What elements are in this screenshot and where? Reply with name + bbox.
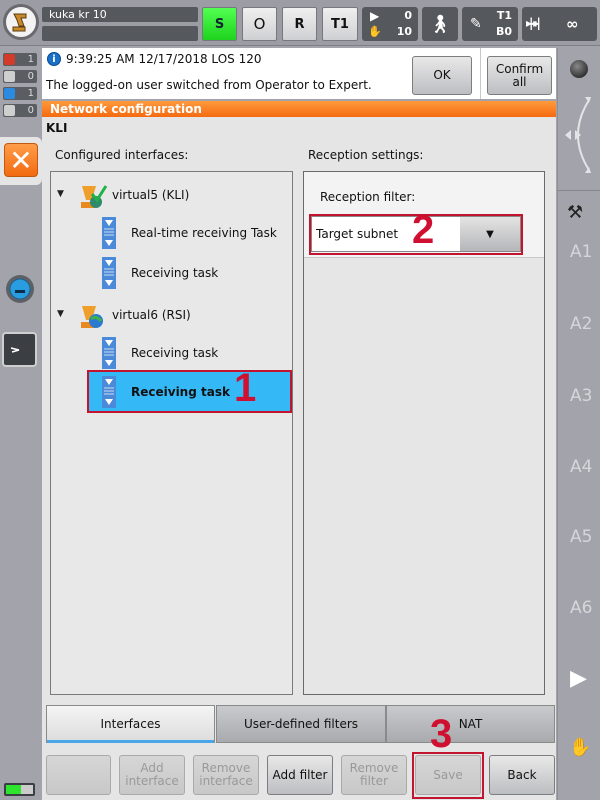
message-text: The logged-on user switched from Operato… [46, 78, 372, 92]
jog-override-value: 10 [396, 25, 412, 38]
submit-interpreter-status-button[interactable]: S [202, 7, 237, 41]
battery-fill [6, 785, 21, 794]
close-icon: ✕ [9, 143, 33, 177]
page-subtitle: KLI [46, 121, 68, 135]
receiving-task-icon [102, 217, 116, 249]
tree-item-task[interactable]: Real-time receiving Task [102, 213, 277, 253]
window-title: Network configuration [42, 101, 556, 117]
info-count: 1 [27, 88, 34, 99]
incremental-jog-button[interactable]: ▸|◂▸| ∞ [522, 7, 597, 41]
axis-key-a5[interactable]: A5 [570, 527, 592, 547]
error-icon [4, 54, 15, 65]
globe-icon[interactable] [570, 60, 588, 78]
remove-filter-button[interactable]: Remove filter [341, 755, 407, 795]
tab-user-defined-filters[interactable]: User-defined filters [216, 705, 386, 743]
collapse-arrow-icon[interactable]: ▼ [57, 309, 64, 319]
tree-item-label: Receiving task [131, 346, 219, 360]
increment-value: ∞ [566, 15, 579, 33]
tree-item-label: Receiving task [131, 266, 219, 280]
axis-coordinate-system-icon[interactable]: ⚒ [567, 202, 583, 223]
tree-item-interface[interactable]: virtual6 (RSI) [78, 295, 191, 335]
back-button[interactable]: Back [489, 755, 555, 795]
jog-tool-icon: ✎ [470, 16, 482, 32]
robot-interface-network-icon [78, 300, 108, 330]
play-icon: ▶ [370, 9, 380, 23]
annotation-box-3 [412, 752, 484, 799]
tab-interfaces[interactable]: Interfaces [46, 705, 215, 743]
error-message-counter[interactable]: 1 [3, 53, 37, 66]
ack-icon [4, 105, 15, 116]
divider [557, 190, 600, 191]
reception-filter-label: Reception filter: [320, 190, 416, 204]
close-window-button[interactable]: ✕ [4, 143, 38, 177]
axis-key-a2[interactable]: A2 [570, 314, 592, 334]
remove-interface-button[interactable]: Remove interface [193, 755, 259, 795]
info-icon [4, 88, 15, 99]
robot-name: kuka kr 10 [42, 7, 198, 22]
ack-message-counter[interactable]: 0 [3, 104, 37, 117]
tool-value: T1 [496, 9, 512, 22]
info-icon: i [47, 52, 61, 66]
tree-item-task[interactable]: Receiving task [102, 333, 218, 373]
warning-count: 0 [27, 71, 34, 82]
receiving-task-icon [102, 257, 116, 289]
warning-message-counter[interactable]: 0 [3, 70, 37, 83]
warning-icon [4, 71, 15, 82]
annotation-number-3: 3 [430, 712, 453, 756]
operating-mode-button[interactable]: T1 [322, 7, 358, 41]
tree-item-interface[interactable]: virtual5 (KLI) [78, 175, 189, 215]
jog-hand-icon: ✋ [368, 25, 382, 38]
tree-item-label: virtual5 (KLI) [112, 188, 190, 202]
add-filter-button[interactable]: Add filter [267, 755, 333, 795]
jog-arc-arrows-icon[interactable] [563, 95, 593, 175]
configured-interfaces-label: Configured interfaces: [55, 148, 189, 162]
axis-key-a1[interactable]: A1 [570, 242, 592, 262]
robot-interface-ok-icon [78, 180, 108, 210]
collapse-arrow-icon[interactable]: ▼ [57, 189, 64, 199]
error-count: 1 [27, 54, 34, 65]
run-mode-button[interactable]: 🚶︎ [422, 7, 458, 41]
axis-key-a3[interactable]: A3 [570, 386, 592, 406]
program-override-value: 0 [404, 9, 412, 22]
tree-item-label: virtual6 (RSI) [112, 308, 191, 322]
start-play-icon[interactable]: ▶ [570, 666, 587, 691]
divider [480, 48, 481, 99]
tree-item-label: Real-time receiving Task [131, 226, 277, 240]
robot-status-field [42, 26, 198, 41]
reception-settings-label: Reception settings: [308, 148, 424, 162]
drives-status-button[interactable]: O [242, 7, 277, 41]
ack-count: 0 [27, 105, 34, 116]
tab-nat[interactable]: NAT [386, 705, 555, 743]
message-timestamp: 9:39:25 AM 12/17/2018 LOS 120 [66, 52, 262, 66]
annotation-number-1: 1 [234, 366, 257, 410]
increment-icon: ▸|◂▸| [526, 16, 541, 30]
walking-person-icon: 🚶︎ [428, 13, 452, 35]
blank-button[interactable] [46, 755, 111, 795]
receiving-task-icon [102, 337, 116, 369]
tree-item-task[interactable]: Receiving task [102, 253, 218, 293]
active-tab-indicator [47, 740, 214, 743]
annotation-box-1 [87, 370, 292, 413]
base-value: B0 [495, 25, 512, 38]
confirm-all-button[interactable]: Confirm all [487, 56, 552, 95]
info-message-counter[interactable]: 1 [3, 87, 37, 100]
annotation-number-2: 2 [412, 208, 435, 252]
ok-button[interactable]: OK [412, 56, 472, 95]
axis-key-a6[interactable]: A6 [570, 598, 592, 618]
main-menu-gear-icon[interactable] [4, 273, 36, 305]
add-interface-button[interactable]: Add interface [119, 755, 185, 795]
axis-key-a4[interactable]: A4 [570, 457, 592, 477]
override-status-button[interactable]: ▶ 0 ✋ 10 [362, 7, 418, 41]
robot-interpreter-status-button[interactable]: R [282, 7, 317, 41]
tool-base-button[interactable]: ✎ T1 B0 [462, 7, 518, 41]
kuka-robot-logo-icon[interactable] [3, 4, 39, 40]
clock-icon[interactable] [2, 332, 37, 367]
jog-hand-icon[interactable]: ✋ [569, 737, 591, 758]
battery-status [4, 783, 35, 796]
